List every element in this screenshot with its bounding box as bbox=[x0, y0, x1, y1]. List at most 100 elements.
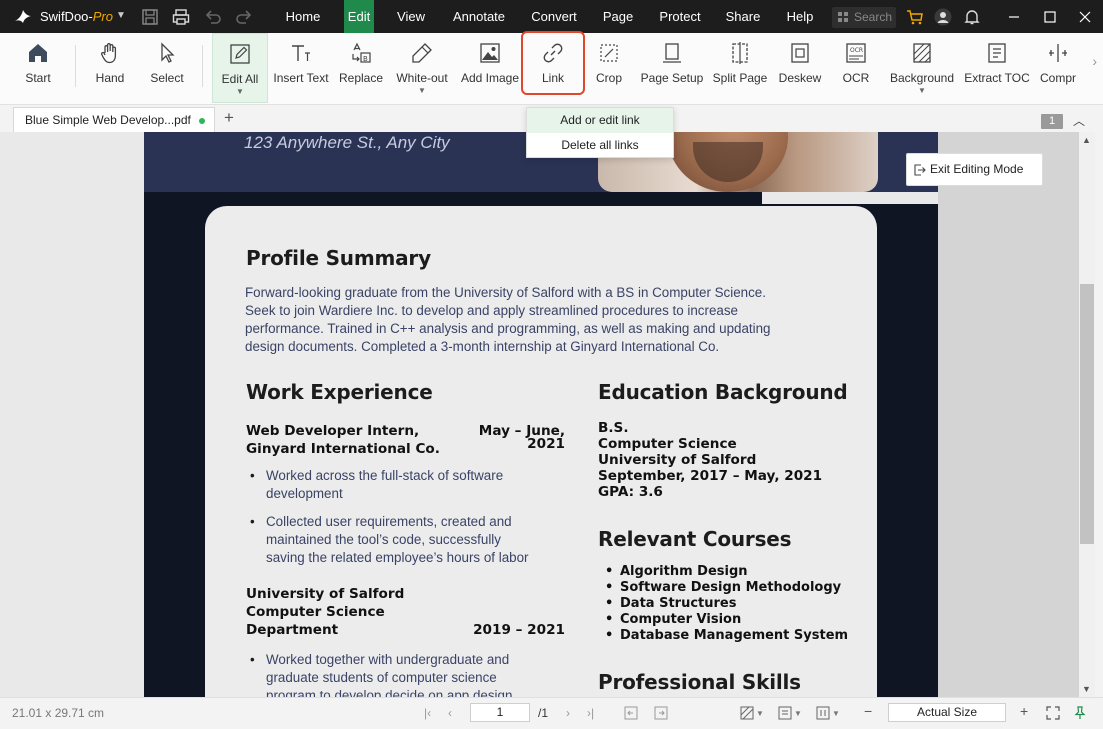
education-line[interactable]: University of Salford bbox=[598, 452, 756, 468]
document-tab[interactable]: Blue Simple Web Develop...pdf bbox=[13, 107, 215, 132]
profile-line[interactable]: Forward-looking graduate from the Univer… bbox=[245, 284, 766, 302]
job-bullet[interactable]: Worked across the full-stack of software… bbox=[246, 467, 503, 503]
scroll-up-icon[interactable]: ▲ bbox=[1082, 135, 1091, 145]
tab-page[interactable]: Page bbox=[594, 0, 642, 33]
scroll-down-icon[interactable]: ▼ bbox=[1082, 684, 1091, 694]
white-out-button[interactable]: White-out ▼ bbox=[392, 33, 452, 103]
profile-line[interactable]: performance. Trained in C++ analysis and… bbox=[245, 320, 771, 338]
background-button[interactable]: Background ▼ bbox=[887, 33, 957, 103]
tab-protect[interactable]: Protect bbox=[652, 0, 708, 33]
ocr-button[interactable]: OCR OCR bbox=[836, 33, 876, 103]
tab-edit[interactable]: Edit bbox=[344, 0, 374, 33]
last-page-icon[interactable]: ›| bbox=[587, 706, 594, 720]
job-bullet[interactable]: Worked together with undergraduate and gr… bbox=[246, 651, 512, 697]
maximize-button[interactable] bbox=[1032, 0, 1068, 33]
job-company[interactable]: Ginyard International Co. bbox=[246, 440, 440, 458]
start-button[interactable]: Start bbox=[14, 33, 62, 103]
work-experience-heading[interactable]: Work Experience bbox=[246, 380, 433, 404]
replace-button[interactable]: B Replace bbox=[337, 33, 385, 103]
page-number-input[interactable]: 1 bbox=[470, 703, 530, 722]
fullscreen-icon[interactable] bbox=[1046, 706, 1060, 720]
tab-share[interactable]: Share bbox=[718, 0, 768, 33]
select-tool-button[interactable]: Select bbox=[145, 33, 189, 103]
previous-page-icon[interactable]: ‹ bbox=[448, 706, 452, 720]
job-date-year[interactable]: 2021 bbox=[465, 435, 565, 453]
link-button[interactable]: Link bbox=[521, 31, 585, 103]
profile-line[interactable]: Seek to join Wardiere Inc. to develop an… bbox=[245, 302, 738, 320]
course-item[interactable]: Data Structures bbox=[600, 596, 736, 612]
redo-icon[interactable] bbox=[235, 8, 253, 26]
bell-icon[interactable] bbox=[963, 8, 981, 26]
two-page-view-icon[interactable] bbox=[816, 706, 830, 720]
profile-summary-heading[interactable]: Profile Summary bbox=[246, 246, 431, 270]
next-page-icon[interactable]: › bbox=[566, 706, 570, 720]
education-heading[interactable]: Education Background bbox=[598, 380, 848, 404]
zoom-in-icon[interactable]: + bbox=[1020, 703, 1028, 719]
minimize-button[interactable] bbox=[996, 0, 1032, 33]
zoom-out-icon[interactable]: − bbox=[864, 703, 872, 719]
undo-icon[interactable] bbox=[204, 8, 222, 26]
exit-editing-mode-button[interactable]: Exit Editing Mode bbox=[906, 153, 1043, 186]
delete-all-links-menu-item[interactable]: Delete all links bbox=[527, 133, 673, 158]
crop-button[interactable]: Crop bbox=[588, 33, 630, 103]
job-bullet[interactable]: Collected user requirements, created and… bbox=[246, 513, 529, 567]
hand-tool-button[interactable]: Hand bbox=[88, 33, 132, 103]
job-title[interactable]: University of Salford bbox=[246, 585, 404, 603]
address-text[interactable]: 123 Anywhere St., Any City bbox=[244, 133, 450, 153]
job-date[interactable]: 2019 – 2021 bbox=[465, 621, 565, 639]
education-line[interactable]: B.S. bbox=[598, 420, 628, 436]
collapse-ribbon-chevron-up-icon[interactable]: ︿ bbox=[1073, 112, 1085, 129]
education-line[interactable]: September, 2017 – May, 2021 bbox=[598, 468, 822, 484]
insert-text-button[interactable]: Insert Text bbox=[272, 33, 330, 103]
scrollbar-thumb[interactable] bbox=[1080, 284, 1094, 544]
save-icon[interactable] bbox=[141, 8, 159, 26]
job-title[interactable]: Computer Science bbox=[246, 603, 385, 621]
edit-all-button[interactable]: Edit All ▼ bbox=[212, 33, 268, 103]
avatar-icon[interactable] bbox=[934, 8, 952, 26]
white-out-dropdown-icon[interactable]: ▼ bbox=[392, 87, 452, 95]
course-item[interactable]: Algorithm Design bbox=[600, 564, 748, 580]
course-item[interactable]: Database Management System bbox=[600, 628, 848, 644]
layout-dropdown-icon[interactable]: ▼ bbox=[794, 709, 802, 718]
relevant-courses-heading[interactable]: Relevant Courses bbox=[598, 527, 792, 551]
job-title[interactable]: Web Developer Intern, bbox=[246, 422, 419, 440]
tab-convert[interactable]: Convert bbox=[524, 0, 584, 33]
page-view-dropdown-icon[interactable]: ▼ bbox=[832, 709, 840, 718]
previous-view-icon[interactable] bbox=[624, 706, 638, 720]
close-button[interactable] bbox=[1067, 0, 1103, 33]
add-image-button[interactable]: Add Image bbox=[459, 33, 521, 103]
zoom-level-select[interactable]: Actual Size bbox=[888, 703, 1006, 722]
compress-button[interactable]: Compr bbox=[1038, 33, 1078, 103]
page-setup-button[interactable]: Page Setup bbox=[640, 33, 704, 103]
print-icon[interactable] bbox=[172, 8, 190, 26]
course-item[interactable]: Software Design Methodology bbox=[600, 580, 841, 596]
profile-line[interactable]: design documents. Completed a 3-month in… bbox=[245, 338, 719, 356]
cart-icon[interactable] bbox=[906, 8, 924, 26]
next-view-icon[interactable] bbox=[654, 706, 668, 720]
background-view-icon[interactable] bbox=[740, 706, 754, 720]
professional-skills-heading[interactable]: Professional Skills bbox=[598, 670, 801, 694]
job-title[interactable]: Department bbox=[246, 621, 338, 639]
tab-view[interactable]: View bbox=[388, 0, 434, 33]
search-input[interactable]: Search bbox=[832, 7, 896, 28]
pdf-page[interactable]: 123 Anywhere St., Any City Profile Summa… bbox=[144, 132, 938, 697]
document-canvas[interactable]: 123 Anywhere St., Any City Profile Summa… bbox=[0, 132, 1079, 697]
edit-all-dropdown-icon[interactable]: ▼ bbox=[213, 88, 267, 96]
education-line[interactable]: GPA: 3.6 bbox=[598, 484, 663, 500]
ribbon-scroll-right-icon[interactable]: › bbox=[1092, 53, 1097, 69]
pin-icon[interactable] bbox=[1073, 706, 1087, 720]
view-dropdown-icon[interactable]: ▼ bbox=[756, 709, 764, 718]
split-page-button[interactable]: Split Page bbox=[711, 33, 769, 103]
extract-toc-button[interactable]: Extract TOC bbox=[964, 33, 1030, 103]
page-layout-icon[interactable] bbox=[778, 706, 792, 720]
first-page-icon[interactable]: |‹ bbox=[424, 706, 431, 720]
tab-annotate[interactable]: Annotate bbox=[444, 0, 514, 33]
add-or-edit-link-menu-item[interactable]: Add or edit link bbox=[527, 108, 673, 133]
course-item[interactable]: Computer Vision bbox=[600, 612, 741, 628]
app-menu-caret-icon[interactable]: ▼ bbox=[116, 10, 126, 21]
education-line[interactable]: Computer Science bbox=[598, 436, 737, 452]
deskew-button[interactable]: Deskew bbox=[777, 33, 823, 103]
tab-help[interactable]: Help bbox=[778, 0, 822, 33]
vertical-scrollbar[interactable]: ▲ ▼ bbox=[1079, 132, 1095, 697]
background-dropdown-icon[interactable]: ▼ bbox=[887, 87, 957, 95]
